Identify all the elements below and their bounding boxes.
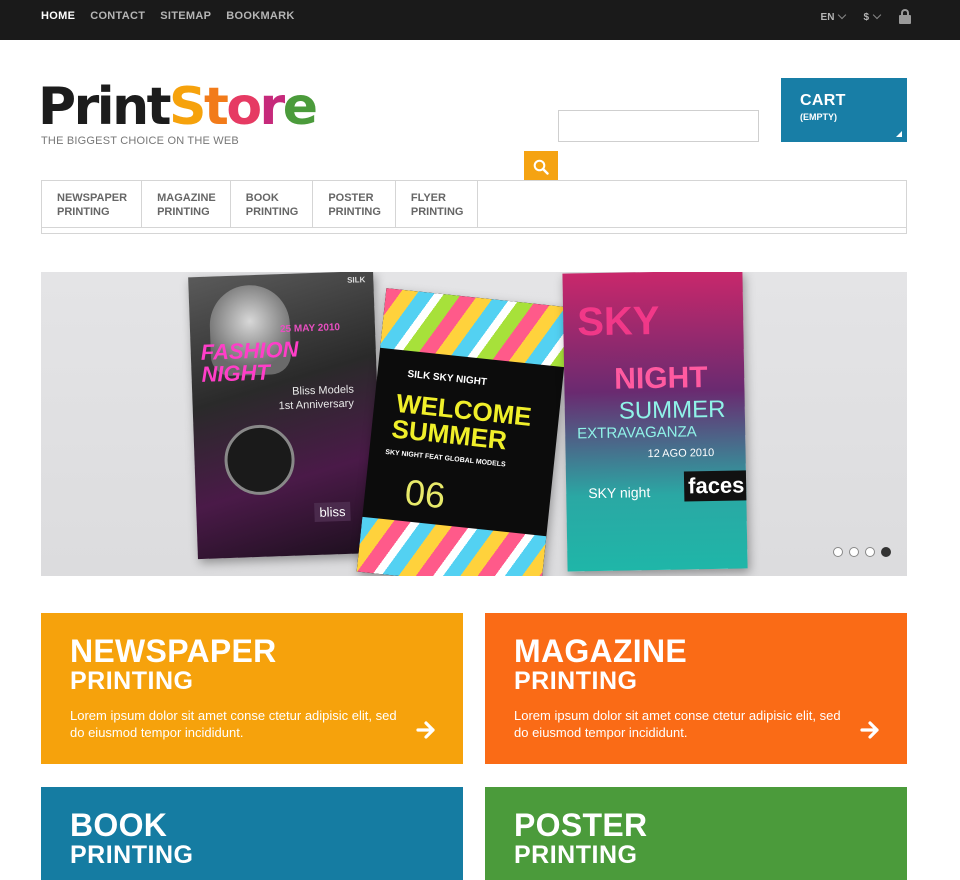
logo-letter: i [96, 77, 115, 137]
category-tile-book[interactable]: BOOK PRINTING [41, 787, 463, 880]
slider-dot[interactable] [881, 547, 891, 557]
top-right-controls: EN $ [821, 9, 912, 25]
tile-subtitle: PRINTING [514, 841, 638, 869]
menu-item-flyer-printing[interactable]: FLYER PRINTING [396, 181, 479, 227]
flyer-corner-label: SILK [346, 275, 366, 285]
flyer-title4: EXTRAVAGANZA [577, 423, 697, 443]
top-nav-bookmark-link[interactable]: BOOKMARK [226, 10, 294, 22]
tile-subtitle: PRINTING [514, 667, 638, 695]
top-nav-home-link[interactable]: HOME [41, 10, 75, 22]
cart-status: (EMPTY) [800, 112, 837, 122]
logo-letter: t [146, 77, 172, 137]
top-nav-sitemap-link[interactable]: SITEMAP [160, 10, 211, 22]
menu-item-line2: PRINTING [328, 206, 381, 218]
tile-description: Lorem ipsum dolor sit amet conse ctetur … [514, 708, 841, 740]
menu-item-line2: PRINTING [157, 206, 210, 218]
menu-item-poster-printing[interactable]: POSTER PRINTING [313, 181, 396, 227]
flyer-badge: bliss [314, 501, 351, 523]
flyer-title3: SUMMER [618, 395, 726, 425]
language-value: EN [820, 11, 835, 23]
category-tile-magazine[interactable]: MAGAZINE PRINTING Lorem ipsum dolor sit … [485, 613, 907, 764]
flyer-brand2: faces [683, 470, 748, 502]
cart-button[interactable]: CART (EMPTY) [781, 78, 907, 142]
slider-dot[interactable] [865, 547, 875, 557]
menu-item-line2: PRINTING [410, 206, 464, 218]
menu-item-line2: PRINTING [57, 206, 110, 218]
lock-icon[interactable] [898, 9, 912, 25]
currency-selector[interactable]: $ [863, 10, 882, 23]
slide-flyer-summer: SILK SKY NIGHT WELCOME SUMMER SKY NIGHT … [356, 288, 571, 576]
arrow-right-icon[interactable] [415, 719, 437, 741]
slider-pagination [833, 547, 891, 557]
search-button[interactable] [524, 151, 558, 183]
store-logo[interactable]: PrintStore [38, 77, 318, 137]
logo-letter: r [73, 77, 100, 137]
stripes-decoration [380, 288, 571, 368]
cart-title: CART [800, 92, 846, 109]
flyer-title1: SKY [576, 298, 660, 345]
flyer-title2: NIGHT [613, 361, 708, 396]
search-icon [533, 159, 549, 175]
category-tile-poster[interactable]: POSTER PRINTING [485, 787, 907, 880]
tile-title: POSTER [514, 807, 648, 843]
logo-letter: t [203, 77, 229, 137]
logo-letter: r [259, 77, 286, 137]
menu-item-newspaper-printing[interactable]: NEWSPAPER PRINTING [42, 181, 143, 227]
flyer-emblem [223, 423, 296, 497]
menu-divider [41, 228, 907, 234]
flyer-title: SILK SKY NIGHT [406, 368, 488, 389]
top-bar: HOME CONTACT SITEMAP BOOKMARK EN $ [0, 0, 960, 40]
tile-description: Lorem ipsum dolor sit amet conse ctetur … [70, 708, 397, 740]
main-menu: NEWSPAPER PRINTING MAGAZINE PRINTING BOO… [41, 180, 907, 228]
chevron-down-icon [872, 10, 882, 20]
logo-letter: o [226, 77, 262, 137]
hero-slider[interactable]: SILK 25 MAY 2010 FASHION NIGHT Bliss Mod… [41, 272, 907, 576]
cart-corner-icon [896, 131, 902, 137]
flyer-headline: FASHION NIGHT [200, 336, 299, 387]
logo-tagline: THE BIGGEST CHOICE ON THE WEB [41, 135, 239, 147]
menu-item-magazine-printing[interactable]: MAGAZINE PRINTING [142, 181, 231, 227]
menu-item-line2: PRINTING [245, 206, 299, 218]
chevron-down-icon [838, 10, 847, 20]
category-tile-newspaper[interactable]: NEWSPAPER PRINTING Lorem ipsum dolor sit… [41, 613, 463, 764]
tile-subtitle: PRINTING [70, 667, 194, 695]
top-nav: HOME CONTACT SITEMAP BOOKMARK [41, 10, 295, 22]
flyer-line1: Bliss Models [291, 383, 355, 398]
flyer-date: 06 [403, 471, 448, 517]
arrow-right-icon[interactable] [859, 719, 881, 741]
search-input[interactable] [558, 110, 759, 142]
menu-item-line1: MAGAZINE [157, 192, 216, 204]
menu-item-line1: BOOK [245, 192, 279, 204]
tile-title: BOOK [70, 807, 168, 843]
stripes-decoration [356, 516, 547, 576]
logo-letter: P [38, 77, 76, 137]
slider-dot[interactable] [849, 547, 859, 557]
language-selector[interactable]: EN [820, 10, 847, 23]
slide-flyer-fashion: SILK 25 MAY 2010 FASHION NIGHT Bliss Mod… [188, 272, 383, 560]
menu-item-line1: POSTER [328, 192, 374, 204]
tile-subtitle: PRINTING [70, 841, 194, 869]
slide-flyer-extravaganza: SKY NIGHT SUMMER EXTRAVAGANZA 12 AGO 201… [562, 272, 748, 572]
menu-item-line1: FLYER [410, 192, 446, 204]
top-nav-contact-link[interactable]: CONTACT [90, 10, 145, 22]
logo-letter: n [112, 77, 149, 137]
tile-title: MAGAZINE [514, 633, 688, 669]
tile-title: NEWSPAPER [70, 633, 277, 669]
logo-letter: S [169, 77, 206, 137]
flyer-date: 25 MAY 2010 [279, 322, 341, 336]
slider-dot[interactable] [833, 547, 843, 557]
currency-value: $ [863, 11, 869, 23]
menu-item-book-printing[interactable]: BOOK PRINTING [231, 181, 314, 227]
flyer-brand1: SKY night [588, 484, 651, 502]
flyer-date: 12 AGO 2010 [647, 446, 715, 461]
flyer-line2: 1st Anniversary [278, 397, 355, 413]
menu-item-line1: NEWSPAPER [57, 192, 128, 204]
logo-letter: e [282, 77, 318, 137]
